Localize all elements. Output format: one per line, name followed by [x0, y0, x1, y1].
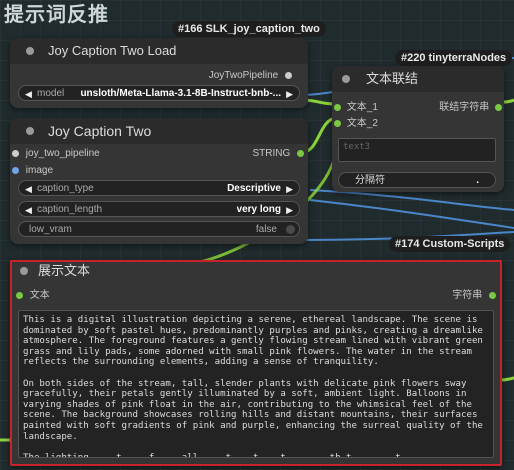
node-title-text: Joy Caption Two: [48, 123, 152, 139]
right-arrow-icon[interactable]: ▶: [286, 202, 293, 218]
input-slot-text2[interactable]: 文本_2: [334, 114, 378, 129]
node-title[interactable]: Joy Caption Two Load: [10, 38, 308, 64]
badge-custom-scripts: #174 Custom-Scripts: [389, 236, 511, 252]
input-label: 文本_2: [346, 118, 378, 129]
caption-type-value: Descriptive: [227, 183, 281, 194]
caption-type-combo[interactable]: ◀ caption_type Descriptive ▶: [18, 180, 300, 196]
input-dot-icon[interactable]: [12, 149, 19, 157]
model-label: model: [37, 88, 65, 99]
group-title: 提示词反推: [4, 4, 109, 26]
input-label: 文本_1: [346, 102, 378, 113]
input-dot-icon[interactable]: [334, 103, 341, 111]
wire-blue-mid: [309, 189, 514, 211]
output-label: JoyTwoPipeline: [208, 70, 279, 81]
low-vram-label: low_vram: [29, 224, 72, 235]
node-title-text: Joy Caption Two Load: [48, 43, 177, 58]
toggle-knob-icon[interactable]: [286, 225, 295, 234]
text3-placeholder: text3: [343, 142, 371, 152]
input-slot-text[interactable]: 文本: [16, 286, 50, 301]
badge-tinyterra: #220 tinyterraNodes: [395, 50, 513, 66]
wire-green-right: [502, 98, 514, 104]
left-arrow-icon[interactable]: ◀: [25, 202, 32, 218]
node-graph-canvas[interactable]: 提示词反推 #166 SLK_joy_caption_two #220 tiny…: [0, 0, 514, 470]
collapse-dot-icon[interactable]: [20, 267, 28, 275]
node-title[interactable]: 展示文本: [12, 262, 500, 282]
node-title[interactable]: 文本联结: [332, 66, 504, 92]
right-arrow-icon[interactable]: ▶: [286, 181, 293, 197]
collapse-dot-icon[interactable]: [342, 75, 350, 83]
output-label: STRING: [252, 148, 291, 159]
input-label: joy_two_pipeline: [25, 148, 100, 159]
model-combo[interactable]: ◀ model unsloth/Meta-Llama-3.1-8B-Instru…: [18, 85, 300, 101]
badge-slk: #166 SLK_joy_caption_two: [172, 21, 326, 37]
node-title[interactable]: Joy Caption Two: [10, 118, 308, 144]
node-show-text[interactable]: 展示文本 文本 字符串 This is a digital illustrati…: [10, 260, 502, 466]
node-joy-caption-two[interactable]: Joy Caption Two joy_two_pipeline image S…: [10, 118, 308, 244]
separator-value: .: [476, 175, 479, 186]
node-title-text: 文本联结: [366, 71, 419, 86]
left-arrow-icon[interactable]: ◀: [25, 181, 32, 197]
separator-label: 分隔符: [355, 175, 385, 186]
input-slot-image[interactable]: image: [12, 165, 53, 176]
output-slot-string[interactable]: 字符串: [452, 286, 496, 301]
low-vram-toggle[interactable]: low_vram false: [18, 221, 300, 237]
output-label: 联结字符串: [439, 102, 490, 113]
node-text-concat[interactable]: 文本联结 文本_1 文本_2 联结字符串 text3 分隔符 .: [332, 66, 504, 192]
caption-length-combo[interactable]: ◀ caption_length very long ▶: [18, 201, 300, 217]
node-title-text: 展示文本: [38, 263, 91, 278]
input-slot-text1[interactable]: 文本_1: [334, 98, 378, 113]
output-dot-icon[interactable]: [495, 103, 502, 111]
collapse-dot-icon[interactable]: [26, 47, 34, 55]
caption-length-value: very long: [236, 204, 281, 215]
caption-length-label: caption_length: [37, 204, 103, 215]
caption-type-label: caption_type: [37, 183, 94, 194]
input-dot-icon[interactable]: [334, 119, 341, 127]
input-dot-icon[interactable]: [16, 291, 23, 299]
input-label: 文本: [29, 290, 50, 301]
output-slot-string[interactable]: STRING: [252, 148, 304, 159]
wire-green-right-low: [499, 376, 514, 382]
low-vram-value: false: [255, 224, 277, 235]
caption-text-area[interactable]: This is a digital illustration depicting…: [18, 310, 494, 458]
text3-input[interactable]: text3: [338, 138, 496, 162]
output-dot-icon[interactable]: [489, 291, 496, 299]
input-label: image: [25, 165, 54, 176]
output-dot-icon[interactable]: [285, 71, 292, 79]
input-dot-icon[interactable]: [12, 166, 19, 174]
output-slot-joined[interactable]: 联结字符串: [439, 98, 502, 113]
left-arrow-icon[interactable]: ◀: [25, 86, 32, 102]
node-joy-caption-two-load[interactable]: Joy Caption Two Load JoyTwoPipeline ◀ mo…: [10, 38, 308, 108]
input-slot-pipeline[interactable]: joy_two_pipeline: [12, 148, 100, 159]
separator-field[interactable]: 分隔符 .: [338, 172, 496, 188]
model-value: unsloth/Meta-Llama-3.1-8B-Instruct-bnb-.…: [80, 88, 281, 99]
right-arrow-icon[interactable]: ▶: [286, 86, 293, 102]
collapse-dot-icon[interactable]: [26, 127, 34, 135]
output-label: 字符串: [452, 290, 483, 301]
output-slot-joytwopipeline[interactable]: JoyTwoPipeline: [209, 70, 292, 81]
output-dot-icon[interactable]: [297, 149, 304, 157]
wire-blue-mid2: [309, 199, 514, 229]
